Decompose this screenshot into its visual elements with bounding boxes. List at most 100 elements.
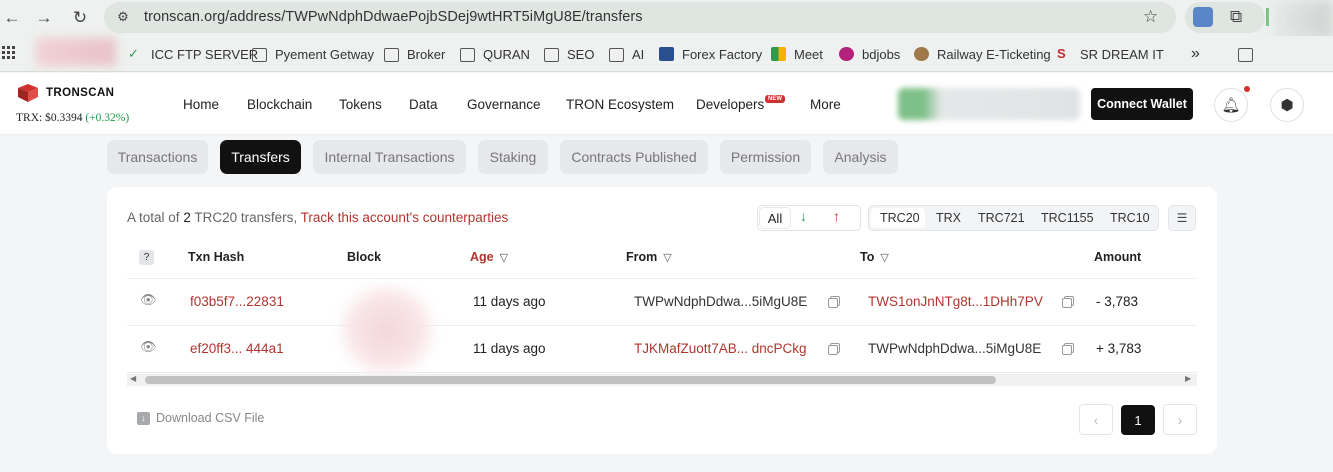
tab-contracts-published[interactable]: Contracts Published bbox=[560, 140, 708, 174]
folder-icon bbox=[544, 48, 559, 62]
token-trc10-button[interactable]: TRC10 bbox=[1110, 211, 1150, 225]
bookmark-meet[interactable]: Meet bbox=[771, 44, 823, 64]
site-info-icon[interactable]: ⚙ bbox=[112, 7, 134, 27]
bookmark-label: bdjobs bbox=[862, 46, 901, 62]
tab-transfers[interactable]: Transfers bbox=[220, 140, 301, 174]
status-indicator bbox=[1266, 8, 1269, 26]
eye-icon[interactable]: 👁︎ bbox=[140, 292, 157, 308]
help-icon[interactable]: ? bbox=[139, 250, 154, 265]
apps-grid-icon[interactable] bbox=[2, 46, 15, 59]
copy-icon[interactable] bbox=[1062, 298, 1072, 308]
leaf-icon: ✓ bbox=[128, 46, 139, 61]
bookmark-railway[interactable]: Railway E-Ticketing bbox=[914, 44, 1051, 64]
to-address-link[interactable]: TWS1onJnNTg8t...1DHh7PV bbox=[868, 294, 1043, 309]
tab-analysis[interactable]: Analysis bbox=[823, 140, 898, 174]
connect-wallet-button[interactable]: Connect Wallet bbox=[1091, 88, 1193, 120]
current-page-button[interactable]: 1 bbox=[1121, 405, 1155, 435]
copy-icon[interactable] bbox=[828, 345, 838, 355]
bookmark-quran[interactable]: QURAN bbox=[460, 44, 530, 64]
copy-icon[interactable] bbox=[1062, 345, 1072, 355]
bookmark-ai[interactable]: AI bbox=[609, 44, 644, 64]
txn-hash-link[interactable]: f03b5f7...22831 bbox=[190, 294, 284, 309]
next-page-button[interactable]: › bbox=[1163, 404, 1197, 435]
from-address[interactable]: TWPwNdphDdwa...5iMgU8E bbox=[634, 294, 807, 309]
arrow-up-icon[interactable]: ↑ bbox=[833, 208, 840, 224]
nav-developers[interactable]: Developers bbox=[696, 97, 764, 112]
bookmark-label: SR DREAM IT bbox=[1080, 46, 1164, 62]
tab-internal-transactions[interactable]: Internal Transactions bbox=[313, 140, 466, 174]
summary-suffix: TRC20 transfers, bbox=[194, 210, 298, 225]
more-bookmarks-button[interactable]: » bbox=[1191, 44, 1200, 64]
download-label: Download CSV File bbox=[156, 411, 265, 425]
amount-cell: + 3,783 bbox=[1096, 341, 1142, 356]
column-txn-hash: Txn Hash bbox=[188, 250, 245, 264]
nav-blockchain[interactable]: Blockchain bbox=[247, 97, 312, 112]
age-cell: 11 days ago bbox=[473, 341, 546, 356]
extension-icon[interactable] bbox=[1193, 7, 1213, 27]
filter-settings-icon[interactable]: ☰ bbox=[1168, 205, 1196, 231]
puzzle-icon[interactable]: ⧉ bbox=[1230, 7, 1250, 27]
nav-governance[interactable]: Governance bbox=[467, 97, 541, 112]
nav-tokens[interactable]: Tokens bbox=[339, 97, 382, 112]
arrow-down-icon[interactable]: ↓ bbox=[800, 208, 807, 224]
trx-price: TRX: $0.3394 (+0.32%) bbox=[16, 112, 129, 124]
folder-icon bbox=[460, 48, 475, 62]
filter-icon[interactable]: ▽ bbox=[663, 252, 671, 264]
bell-icon[interactable]: 🔔︎ bbox=[1214, 88, 1248, 122]
txn-hash-link[interactable]: ef20ff3... 444a1 bbox=[190, 341, 284, 356]
bookmark-sr-dream-it[interactable]: S SR DREAM IT bbox=[1057, 44, 1164, 64]
tab-permission[interactable]: Permission bbox=[720, 140, 811, 174]
tronscan-logo-icon[interactable] bbox=[16, 83, 40, 103]
scroll-right-icon[interactable]: ▶ bbox=[1185, 374, 1191, 383]
logo-text[interactable]: TRONSCAN bbox=[46, 87, 114, 99]
profile-avatar[interactable] bbox=[1273, 0, 1333, 40]
tab-transactions[interactable]: Transactions bbox=[107, 140, 208, 174]
block-values-blurred bbox=[337, 282, 437, 378]
copy-icon[interactable] bbox=[828, 298, 838, 308]
nav-data[interactable]: Data bbox=[409, 97, 438, 112]
forward-icon[interactable]: → bbox=[32, 6, 56, 30]
token-trc1155-button[interactable]: TRC1155 bbox=[1041, 211, 1094, 225]
folder-icon bbox=[252, 48, 267, 62]
column-age[interactable]: Age ▽ bbox=[470, 250, 508, 264]
eye-icon[interactable]: 👁︎ bbox=[140, 339, 157, 355]
scrollbar-thumb[interactable] bbox=[145, 376, 996, 384]
blurred-bookmark[interactable] bbox=[36, 38, 116, 66]
age-cell: 11 days ago bbox=[473, 294, 546, 309]
token-trx-button[interactable]: TRX bbox=[936, 211, 961, 225]
bookmark-star-icon[interactable]: ☆ bbox=[1143, 7, 1158, 27]
transfers-summary: A total of 2 TRC20 transfers, Track this… bbox=[127, 210, 508, 225]
token-trc20-button[interactable]: TRC20 bbox=[880, 211, 920, 225]
bookmark-label: Meet bbox=[794, 46, 823, 62]
cube-icon[interactable]: ⬢ bbox=[1270, 88, 1304, 122]
filter-icon[interactable]: ▽ bbox=[500, 252, 508, 264]
direction-all-button[interactable]: All bbox=[760, 208, 790, 228]
sr-logo-icon: S bbox=[1057, 46, 1066, 61]
nav-tron-ecosystem[interactable]: TRON Ecosystem bbox=[566, 97, 674, 112]
search-input-blurred[interactable] bbox=[898, 88, 1080, 120]
bookmark-bdjobs[interactable]: bdjobs bbox=[839, 44, 900, 64]
tab-staking[interactable]: Staking bbox=[478, 140, 548, 174]
reload-icon[interactable]: ↻ bbox=[68, 6, 92, 30]
meet-icon bbox=[771, 47, 786, 61]
token-trc721-button[interactable]: TRC721 bbox=[978, 211, 1025, 225]
folder-icon bbox=[609, 48, 624, 62]
download-csv-button[interactable]: ↓ Download CSV File bbox=[137, 411, 264, 425]
bookmark-broker[interactable]: Broker bbox=[384, 44, 445, 64]
column-block: Block bbox=[347, 250, 382, 264]
prev-page-button[interactable]: ‹ bbox=[1079, 404, 1113, 435]
from-address-link[interactable]: TJKMafZuott7AB... dncPCkg bbox=[634, 341, 807, 356]
bookmark-folder-truncated[interactable] bbox=[1238, 44, 1261, 64]
scroll-left-icon[interactable]: ◀ bbox=[130, 374, 136, 383]
track-counterparties-link[interactable]: Track this account's counterparties bbox=[301, 210, 509, 225]
bookmark-forex-factory[interactable]: Forex Factory bbox=[659, 44, 762, 64]
bookmark-pyement-getway[interactable]: Pyement Getway bbox=[252, 44, 374, 64]
to-address[interactable]: TWPwNdphDdwa...5iMgU8E bbox=[868, 341, 1041, 356]
nav-more[interactable]: More bbox=[810, 97, 841, 112]
url-text[interactable]: tronscan.org/address/TWPwNdphDdwaePojbSD… bbox=[144, 9, 643, 25]
filter-icon[interactable]: ▽ bbox=[880, 252, 888, 264]
nav-home[interactable]: Home bbox=[183, 97, 219, 112]
bookmark-icc-ftp[interactable]: ✓ ICC FTP SERVER bbox=[128, 44, 258, 64]
back-icon[interactable]: ← bbox=[0, 6, 24, 30]
bookmark-seo[interactable]: SEO bbox=[544, 44, 594, 64]
